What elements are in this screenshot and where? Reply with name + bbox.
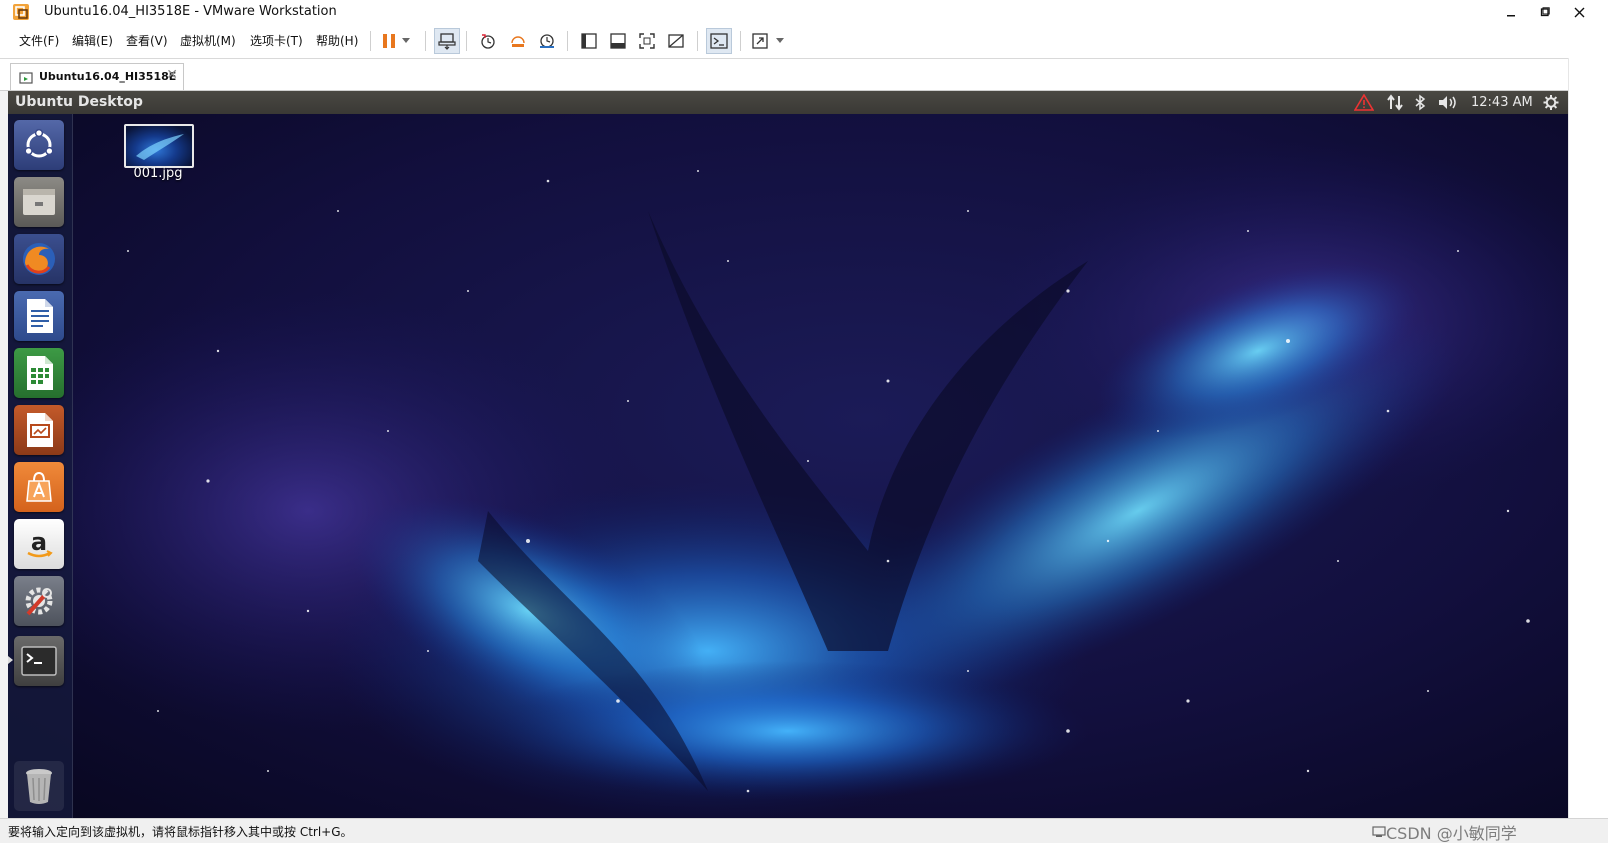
- unity-launcher: a: [8, 114, 73, 818]
- network-status-icon[interactable]: [1372, 823, 1386, 842]
- warning-icon[interactable]: [1354, 93, 1374, 112]
- ubuntu-top-panel: Ubuntu Desktop 12:43 AM: [8, 91, 1568, 114]
- tab-bar: Ubuntu16.04_HI3518E ✕: [0, 59, 1608, 91]
- full-screen-icon[interactable]: [635, 29, 659, 53]
- minimize-button[interactable]: [1494, 0, 1528, 24]
- close-button[interactable]: [1562, 0, 1596, 24]
- panel-title: Ubuntu Desktop: [15, 94, 143, 110]
- libreoffice-calc-icon[interactable]: [14, 348, 64, 398]
- status-message: 要将输入定向到该虚拟机，请将鼠标指针移入其中或按 Ctrl+G。: [8, 825, 353, 839]
- window-title: Ubuntu16.04_HI3518E - VMware Workstation: [44, 4, 337, 19]
- panel-clock[interactable]: 12:43 AM: [1471, 95, 1533, 110]
- toolbar-separator: [370, 31, 371, 51]
- desktop-file-thumbnail[interactable]: [124, 124, 194, 168]
- unity-mode-icon[interactable]: [664, 29, 688, 53]
- menu-help[interactable]: 帮助(H): [316, 32, 358, 49]
- session-gear-icon[interactable]: [1542, 93, 1560, 112]
- amazon-icon[interactable]: a: [14, 519, 64, 569]
- vmware-logo-icon: [12, 3, 30, 21]
- send-ctrl-alt-del-icon[interactable]: [434, 28, 460, 54]
- tab-label: Ubuntu16.04_HI3518E: [39, 70, 177, 83]
- menu-file[interactable]: 文件(F): [19, 32, 59, 49]
- right-margin: [1568, 58, 1608, 818]
- toolbar-separator: [466, 31, 467, 51]
- bluetooth-icon[interactable]: [1414, 93, 1426, 112]
- files-icon[interactable]: [14, 177, 64, 227]
- toolbar-separator: [740, 31, 741, 51]
- libreoffice-impress-icon[interactable]: [14, 405, 64, 455]
- desktop-file-label[interactable]: 001.jpg: [120, 166, 196, 181]
- show-library-icon[interactable]: [577, 29, 601, 53]
- snapshot-icon[interactable]: [476, 29, 500, 53]
- power-dropdown-icon[interactable]: [398, 29, 414, 53]
- menu-tabs[interactable]: 选项卡(T): [250, 32, 303, 49]
- status-bar: 要将输入定向到该虚拟机，请将鼠标指针移入其中或按 Ctrl+G。 CSDN @小…: [0, 818, 1608, 843]
- ubuntu-dash-icon[interactable]: [14, 120, 64, 170]
- stretch-guest-icon[interactable]: [748, 29, 772, 53]
- libreoffice-writer-icon[interactable]: [14, 291, 64, 341]
- active-app-arrow: [8, 656, 13, 664]
- title-bar: Ubuntu16.04_HI3518E - VMware Workstation: [0, 0, 1608, 24]
- volume-icon[interactable]: [1437, 93, 1459, 112]
- menu-vm[interactable]: 虚拟机(M): [180, 32, 236, 49]
- terminal-icon[interactable]: [14, 636, 64, 686]
- thumbnail-bar-icon[interactable]: [606, 29, 630, 53]
- revert-snapshot-icon[interactable]: [506, 29, 530, 53]
- console-view-icon[interactable]: [706, 28, 732, 54]
- system-settings-icon[interactable]: [14, 576, 64, 626]
- nebula-wallpaper: [8, 91, 1568, 818]
- toolbar-separator: [567, 31, 568, 51]
- toolbar-separator: [697, 31, 698, 51]
- firefox-icon[interactable]: [14, 234, 64, 284]
- svg-text:a: a: [31, 528, 47, 556]
- vm-tab-icon: [19, 70, 33, 89]
- tab-vm[interactable]: Ubuntu16.04_HI3518E ✕: [10, 63, 184, 90]
- stretch-dropdown-icon[interactable]: [772, 29, 788, 53]
- vm-screen[interactable]: Ubuntu Desktop 12:43 AM a 001.jpg: [8, 91, 1568, 818]
- menu-edit[interactable]: 编辑(E): [72, 32, 113, 49]
- toolbar-separator: [425, 31, 426, 51]
- network-icon[interactable]: [1386, 93, 1404, 112]
- trash-icon[interactable]: [14, 761, 64, 811]
- left-edge: [0, 91, 8, 818]
- tab-close-icon[interactable]: ✕: [166, 67, 178, 83]
- snapshot-manager-icon[interactable]: [535, 29, 559, 53]
- menu-view[interactable]: 查看(V): [126, 32, 168, 49]
- menu-toolbar: 文件(F) 编辑(E) 查看(V) 虚拟机(M) 选项卡(T) 帮助(H): [0, 24, 1608, 59]
- software-center-icon[interactable]: [14, 462, 64, 512]
- csdn-watermark: CSDN @小敏同学: [1386, 824, 1517, 843]
- maximize-button[interactable]: [1528, 0, 1562, 24]
